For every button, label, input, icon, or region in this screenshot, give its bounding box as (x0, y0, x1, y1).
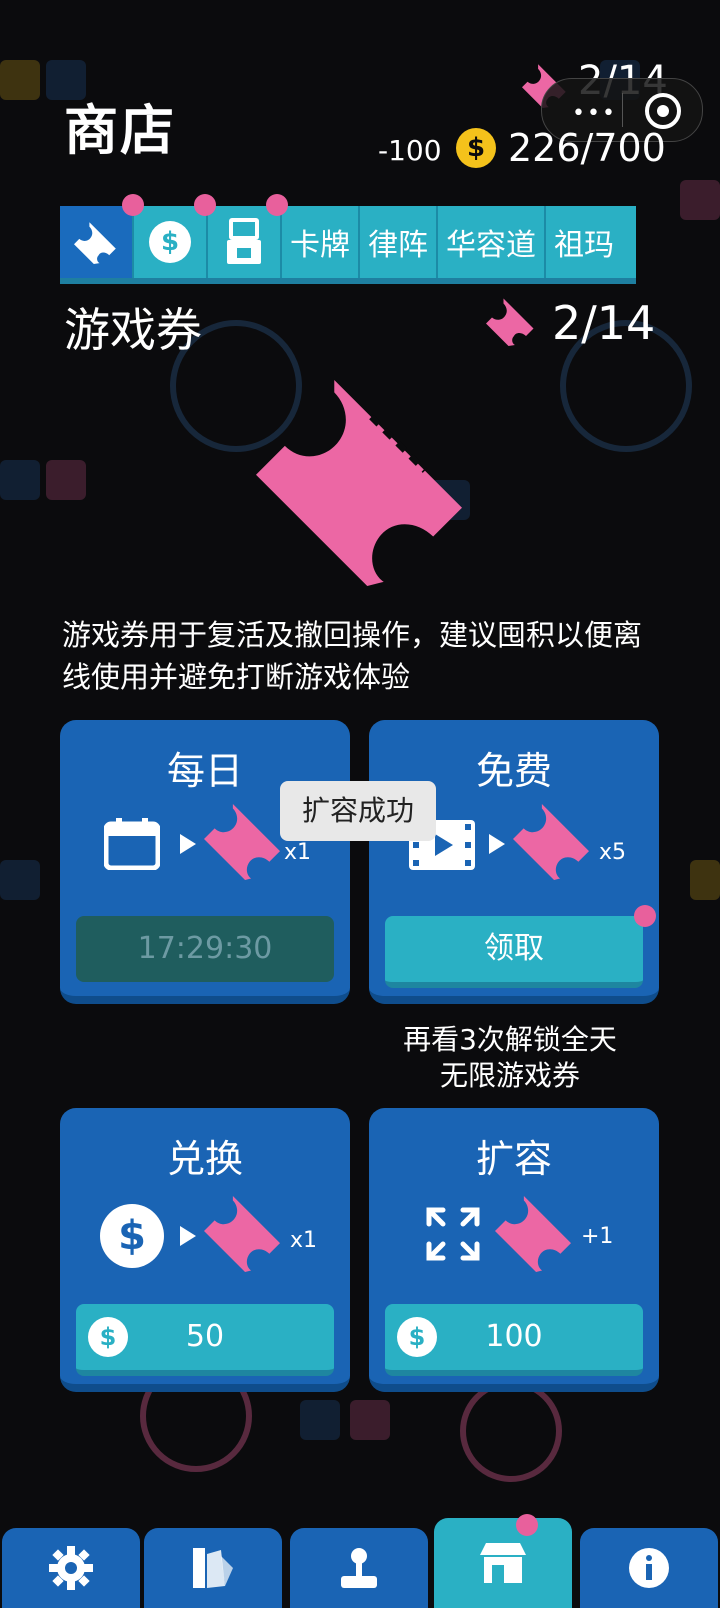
exchange-buy-button[interactable]: $ 50 (76, 1304, 334, 1376)
coin-icon: $ (88, 1317, 128, 1357)
section-description: 游戏券用于复活及撤回操作，建议囤积以便离线使用并避免打断游戏体验 (62, 618, 643, 694)
notification-dot (266, 194, 288, 216)
arrow-icon (180, 834, 196, 854)
arrow-icon (180, 1226, 196, 1246)
nav-games[interactable] (290, 1528, 428, 1608)
notification-dot (122, 194, 144, 216)
expand-card-title: 扩容 (475, 1137, 552, 1181)
notification-dot (634, 905, 656, 927)
arrow-icon (489, 834, 505, 854)
nav-store[interactable] (434, 1518, 572, 1608)
more-dots-icon[interactable]: ••• (572, 101, 617, 126)
unlock-tip-line1: 再看3次解锁全天 (403, 1023, 617, 1056)
palette-icon (193, 1548, 233, 1588)
exchange-card: 兑换 $ x1 $ 50 (60, 1108, 350, 1392)
expand-buy-button[interactable]: $ 100 (385, 1304, 643, 1376)
capsule-divider (622, 93, 623, 127)
section-title: 游戏券 (64, 303, 202, 357)
notification-dot (516, 1514, 538, 1536)
coin-icon: $ (397, 1317, 437, 1357)
info-icon (629, 1548, 669, 1588)
unlock-tip-line2: 无限游戏券 (439, 1059, 580, 1092)
exchange-multiplier: x1 (290, 1228, 318, 1253)
free-multiplier: x5 (599, 840, 627, 865)
tab-zuma[interactable]: 祖玛 (546, 206, 622, 278)
ticket-icon (204, 804, 280, 880)
tab-lvzhen[interactable]: 律阵 (360, 206, 438, 278)
ticket-icon (486, 298, 534, 346)
shop-tabbar: $ 卡牌 律阵 华容道 祖玛 (60, 206, 636, 284)
coin-total: 226/700 (508, 126, 666, 170)
expand-multiplier: +1 (581, 1224, 614, 1249)
exchange-price: 50 (185, 1319, 225, 1354)
tab-tickets[interactable] (60, 206, 134, 278)
expand-price: 100 (485, 1319, 543, 1354)
page-title: 商店 (64, 99, 176, 162)
exchange-card-title: 兑换 (166, 1137, 243, 1181)
free-card: 免费 x5 领取 (369, 720, 659, 1004)
tab-gashapon[interactable] (208, 206, 282, 278)
joystick-icon (341, 1548, 377, 1588)
daily-multiplier: x1 (284, 840, 312, 865)
coin-delta: -100 (378, 134, 442, 167)
tab-cards[interactable]: 卡牌 (282, 206, 360, 278)
coin-icon: $ (100, 1204, 164, 1268)
ticket-icon (74, 222, 116, 264)
large-ticket-icon (256, 380, 462, 586)
daily-countdown-button: 17:29:30 (76, 916, 334, 982)
expand-card: 扩容 +1 $ 100 (369, 1108, 659, 1392)
ticket-icon (204, 1196, 280, 1272)
nav-info[interactable] (580, 1528, 718, 1608)
calendar-icon (104, 818, 160, 870)
target-icon[interactable] (645, 93, 681, 129)
gear-icon (49, 1546, 93, 1590)
coin-icon: $ (149, 221, 191, 263)
tab-klotski[interactable]: 华容道 (438, 206, 546, 278)
coin-icon: $ (456, 128, 496, 168)
notification-dot (194, 194, 216, 216)
tab-coins[interactable]: $ (134, 206, 208, 278)
nav-themes[interactable] (144, 1528, 282, 1608)
expand-arrows-icon (426, 1207, 480, 1261)
store-icon (480, 1543, 526, 1583)
ticket-icon (513, 804, 589, 880)
nav-settings[interactable] (2, 1528, 140, 1608)
toast-message: 扩容成功 (280, 781, 436, 841)
gashapon-icon (227, 218, 261, 264)
section-ticket-count: 2/14 (552, 296, 656, 350)
daily-card: 每日 x1 17:29:30 (60, 720, 350, 1004)
bottom-navbar (0, 1514, 720, 1608)
unlock-tip: 再看3次解锁全天 无限游戏券 (380, 1022, 640, 1094)
ticket-icon (495, 1196, 571, 1272)
claim-button[interactable]: 领取 (385, 916, 643, 988)
